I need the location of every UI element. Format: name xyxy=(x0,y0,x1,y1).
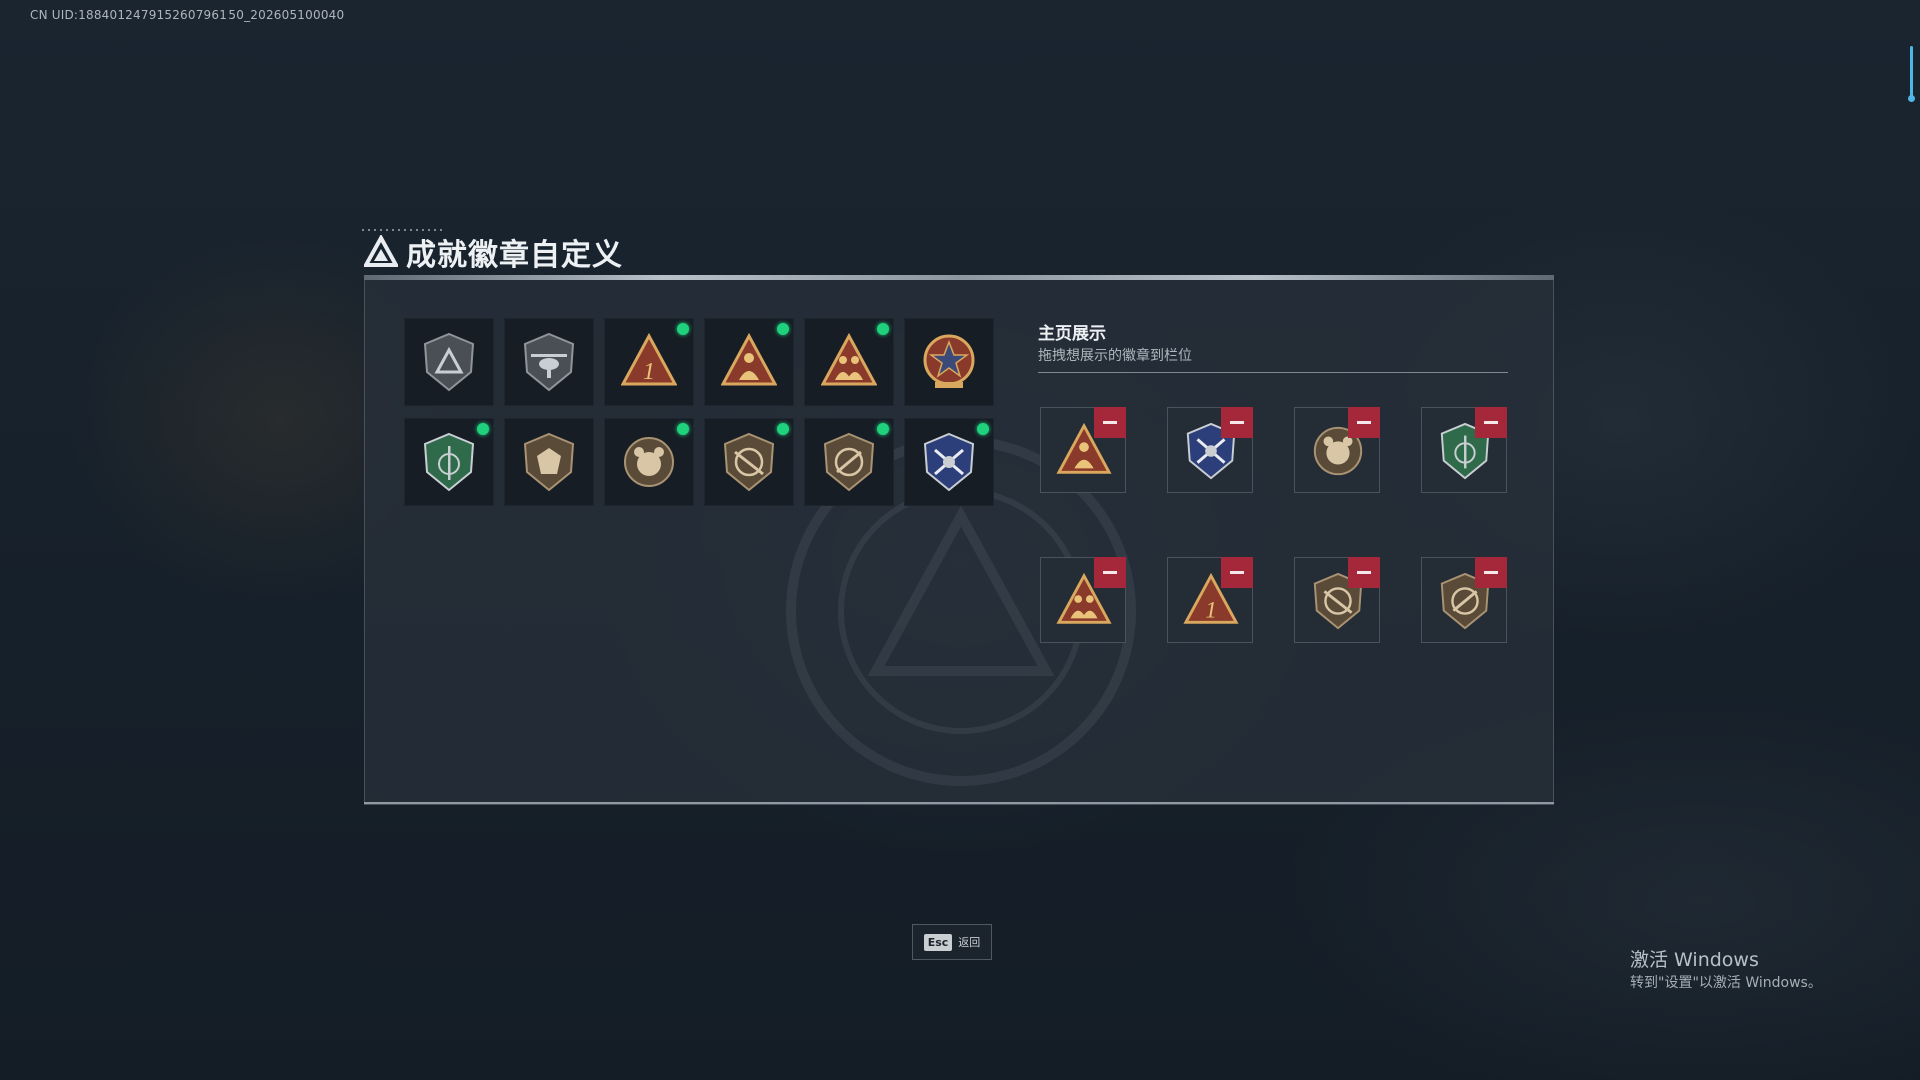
back-button[interactable]: Esc 返回 xyxy=(912,924,992,960)
windows-activation-subtitle: 转到"设置"以激活 Windows。 xyxy=(1630,975,1822,991)
minus-icon[interactable] xyxy=(1475,407,1507,438)
badge-cell[interactable] xyxy=(704,418,794,506)
new-badge-indicator xyxy=(877,423,889,435)
number-one-triangle-badge: 1 xyxy=(621,332,677,386)
window-title: 成就徽章自定义 xyxy=(406,238,623,273)
display-slot[interactable] xyxy=(1167,407,1253,493)
back-label: 返回 xyxy=(958,936,981,949)
display-slot[interactable] xyxy=(1040,407,1126,493)
display-slot[interactable] xyxy=(1421,557,1507,643)
esc-key-hint: Esc xyxy=(923,933,953,951)
badge-cell[interactable] xyxy=(604,418,694,506)
badge-cell[interactable] xyxy=(704,318,794,406)
svg-text:1: 1 xyxy=(1205,597,1217,623)
new-badge-indicator xyxy=(677,323,689,335)
scroll-indicator[interactable] xyxy=(1908,46,1915,102)
display-slot[interactable] xyxy=(1294,407,1380,493)
star-wreath-medal-badge xyxy=(923,334,975,388)
uid-label: CN UID:1884012479152607961 50_2026051000… xyxy=(30,8,345,22)
windows-activation-title: 激活 Windows xyxy=(1630,949,1759,971)
badge-cell[interactable] xyxy=(904,418,994,506)
display-slot[interactable] xyxy=(1421,407,1507,493)
display-slot[interactable] xyxy=(1040,557,1126,643)
minus-icon[interactable] xyxy=(1221,557,1253,588)
new-badge-indicator xyxy=(777,323,789,335)
delta-triangle-shield-badge xyxy=(423,332,475,392)
panel-top-border xyxy=(364,275,1554,280)
minus-icon[interactable] xyxy=(1475,557,1507,588)
display-section-title: 主页展示 xyxy=(1038,324,1106,344)
display-slot[interactable] xyxy=(1294,557,1380,643)
badge-cell[interactable] xyxy=(404,418,494,506)
badge-cell[interactable] xyxy=(904,318,994,406)
minus-icon[interactable] xyxy=(1348,407,1380,438)
new-badge-indicator xyxy=(877,323,889,335)
blue-crossed-arrows-shield-badge xyxy=(923,432,975,492)
display-slots: 1 xyxy=(1040,407,1510,647)
badge-cell[interactable] xyxy=(404,318,494,406)
display-divider xyxy=(1038,372,1508,373)
badge-inventory-grid: 1 xyxy=(404,318,994,506)
new-badge-indicator xyxy=(677,423,689,435)
badge-cell[interactable] xyxy=(504,318,594,406)
minus-icon[interactable] xyxy=(1348,557,1380,588)
minus-icon[interactable] xyxy=(1094,407,1126,438)
new-badge-indicator xyxy=(477,423,489,435)
badge-cell[interactable] xyxy=(804,418,894,506)
display-section-subtitle: 拖拽想展示的徽章到栏位 xyxy=(1038,348,1192,364)
new-badge-indicator xyxy=(777,423,789,435)
badge-cell[interactable] xyxy=(504,418,594,506)
bear-emblem-badge xyxy=(624,437,674,487)
minus-icon[interactable] xyxy=(1221,407,1253,438)
minus-icon[interactable] xyxy=(1094,557,1126,588)
green-sword-shield-badge xyxy=(423,432,475,492)
gem-shield-badge xyxy=(523,432,575,492)
svg-text:1: 1 xyxy=(643,359,655,385)
squad-triangle-badge xyxy=(821,332,877,386)
panel-bottom-border xyxy=(364,802,1554,804)
window-title-bar: 成就徽章自定义 xyxy=(364,232,623,273)
rifle-shield-badge xyxy=(823,432,875,492)
crossed-rifle-shield-badge xyxy=(723,432,775,492)
helicopter-shield-badge xyxy=(523,332,575,392)
soldier-triangle-badge xyxy=(721,332,777,386)
delta-triangle-logo-icon xyxy=(364,235,398,267)
new-badge-indicator xyxy=(977,423,989,435)
badge-cell[interactable]: 1 xyxy=(604,318,694,406)
badge-cell[interactable] xyxy=(804,318,894,406)
display-slot[interactable]: 1 xyxy=(1167,557,1253,643)
